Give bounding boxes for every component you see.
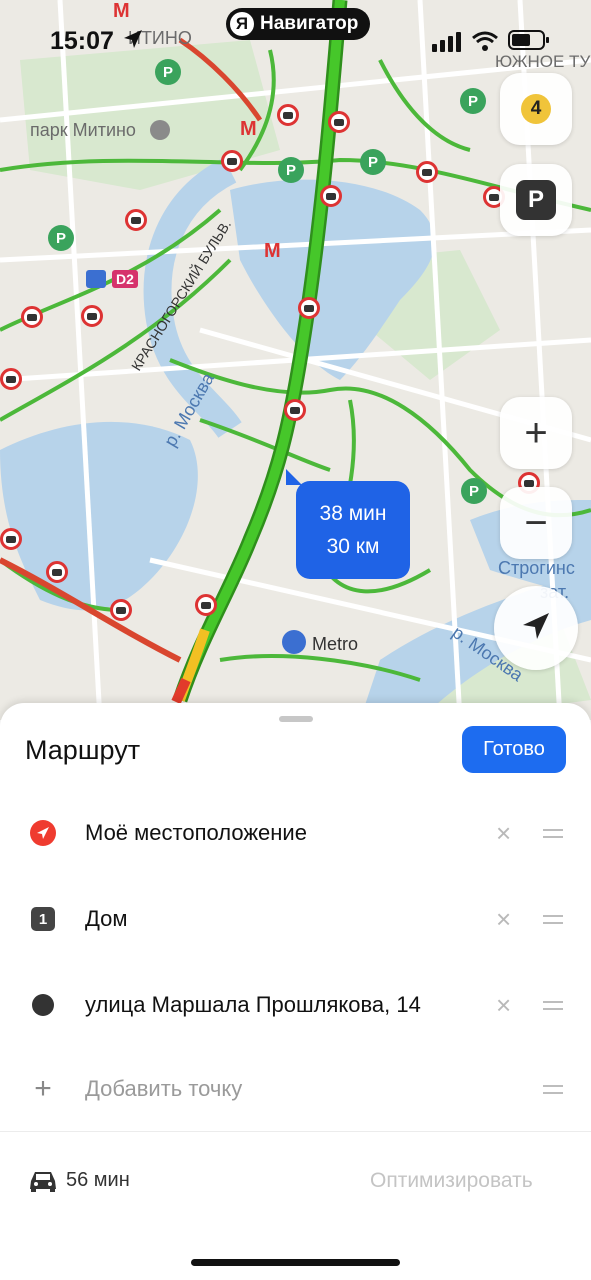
map-label-store: Metro (312, 634, 359, 654)
speed-camera-icon (0, 368, 22, 390)
parking-marker-icon: P (155, 59, 181, 85)
total-duration: 56 мин (66, 1169, 130, 1191)
map-view[interactable]: P P P P P P М М М ИТИНО ЮЖНОЕ ТУ парк Ми… (0, 0, 591, 720)
home-indicator[interactable] (191, 1259, 400, 1266)
location-services-icon (122, 28, 144, 55)
parking-marker-icon: P (48, 225, 74, 251)
park-icon (150, 120, 170, 140)
reorder-handle-icon[interactable] (543, 910, 563, 929)
speed-camera-icon (221, 150, 243, 172)
speed-camera-icon (81, 305, 103, 327)
yandex-logo-icon: Я (230, 12, 254, 36)
waypoint-label: Дом (85, 906, 128, 931)
car-icon (28, 1169, 58, 1198)
parking-icon: P (516, 180, 556, 220)
add-point-label: Добавить точку (85, 1076, 243, 1101)
plus-icon: + (524, 410, 548, 455)
speed-camera-icon (416, 161, 438, 183)
done-button[interactable]: Готово (462, 726, 566, 773)
route-info-bubble[interactable]: 38 мин 30 км (296, 481, 410, 579)
app-pill[interactable]: Я Навигатор (226, 8, 371, 40)
parking-marker-icon: P (360, 149, 386, 175)
waypoint-number: 1 (31, 907, 55, 931)
waypoint-label: улица Маршала Прошлякова, 14 (85, 992, 421, 1017)
navigation-arrow-icon (519, 609, 553, 648)
speed-camera-icon (284, 399, 306, 421)
minus-icon: − (524, 500, 548, 545)
my-location-button[interactable] (494, 586, 578, 670)
waypoint-row[interactable]: Моё местоположение × (0, 803, 591, 863)
reorder-handle-icon[interactable] (543, 824, 563, 843)
metro-icon: М (264, 240, 281, 262)
cellular-signal-icon (432, 32, 462, 57)
sheet-title: Маршрут (25, 735, 141, 765)
speed-camera-icon (320, 185, 342, 207)
destination-dot-icon (30, 992, 56, 1018)
route-bubble-tail (286, 469, 302, 485)
parking-button[interactable]: P (500, 164, 572, 236)
speed-camera-icon (46, 561, 68, 583)
speed-camera-icon (195, 594, 217, 616)
wifi-icon (472, 30, 498, 57)
speed-camera-icon (21, 306, 43, 328)
remove-waypoint-button[interactable]: × (496, 818, 511, 849)
reorder-handle-icon[interactable] (543, 996, 563, 1015)
route-distance: 30 км (326, 535, 380, 558)
optimize-button[interactable]: Оптимизировать (370, 1169, 533, 1193)
speed-camera-icon (125, 209, 147, 231)
store-icon (282, 630, 306, 654)
number-badge-icon: 1 (30, 906, 56, 932)
waypoint-row[interactable]: 1 Дом × (0, 889, 591, 949)
traffic-level-button[interactable]: 4 (500, 73, 572, 145)
speed-camera-icon (110, 599, 132, 621)
map-label-district: ЮЖНОЕ ТУ (495, 52, 591, 71)
route-sheet: Маршрут Готово Моё местоположение × 1 До… (0, 703, 591, 1280)
waypoint-row[interactable]: улица Маршала Прошлякова, 14 × (0, 975, 591, 1035)
d2-badge: D2 (112, 270, 138, 288)
reorder-handle-icon (543, 1080, 563, 1099)
zoom-in-button[interactable]: + (500, 397, 572, 469)
map-label-park: парк Митино (30, 120, 136, 140)
zoom-out-button[interactable]: − (500, 487, 572, 559)
app-pill-label: Навигатор (260, 13, 359, 34)
waypoint-label: Моё местоположение (85, 820, 307, 845)
status-time: 15:07 (50, 26, 114, 55)
parking-marker-icon: P (460, 88, 486, 114)
sheet-drag-handle[interactable] (279, 716, 313, 722)
location-arrow-icon (30, 820, 56, 846)
traffic-level-icon: 4 (521, 94, 551, 124)
map-label-area: Строгинс (498, 558, 575, 578)
plus-icon: + (34, 1072, 52, 1105)
route-duration: 38 мин (319, 502, 387, 525)
add-point-row[interactable]: + Добавить точку (0, 1059, 591, 1119)
speed-camera-icon (277, 104, 299, 126)
metro-icon: М (240, 118, 257, 140)
train-station-icon (86, 270, 106, 288)
remove-waypoint-button[interactable]: × (496, 990, 511, 1021)
divider (0, 1131, 591, 1132)
battery-icon (508, 30, 550, 55)
remove-waypoint-button[interactable]: × (496, 904, 511, 935)
metro-icon: М (113, 0, 130, 22)
speed-camera-icon (0, 528, 22, 550)
speed-camera-icon (328, 111, 350, 133)
parking-marker-icon: P (461, 478, 487, 504)
parking-marker-icon: P (278, 157, 304, 183)
speed-camera-icon (298, 297, 320, 319)
